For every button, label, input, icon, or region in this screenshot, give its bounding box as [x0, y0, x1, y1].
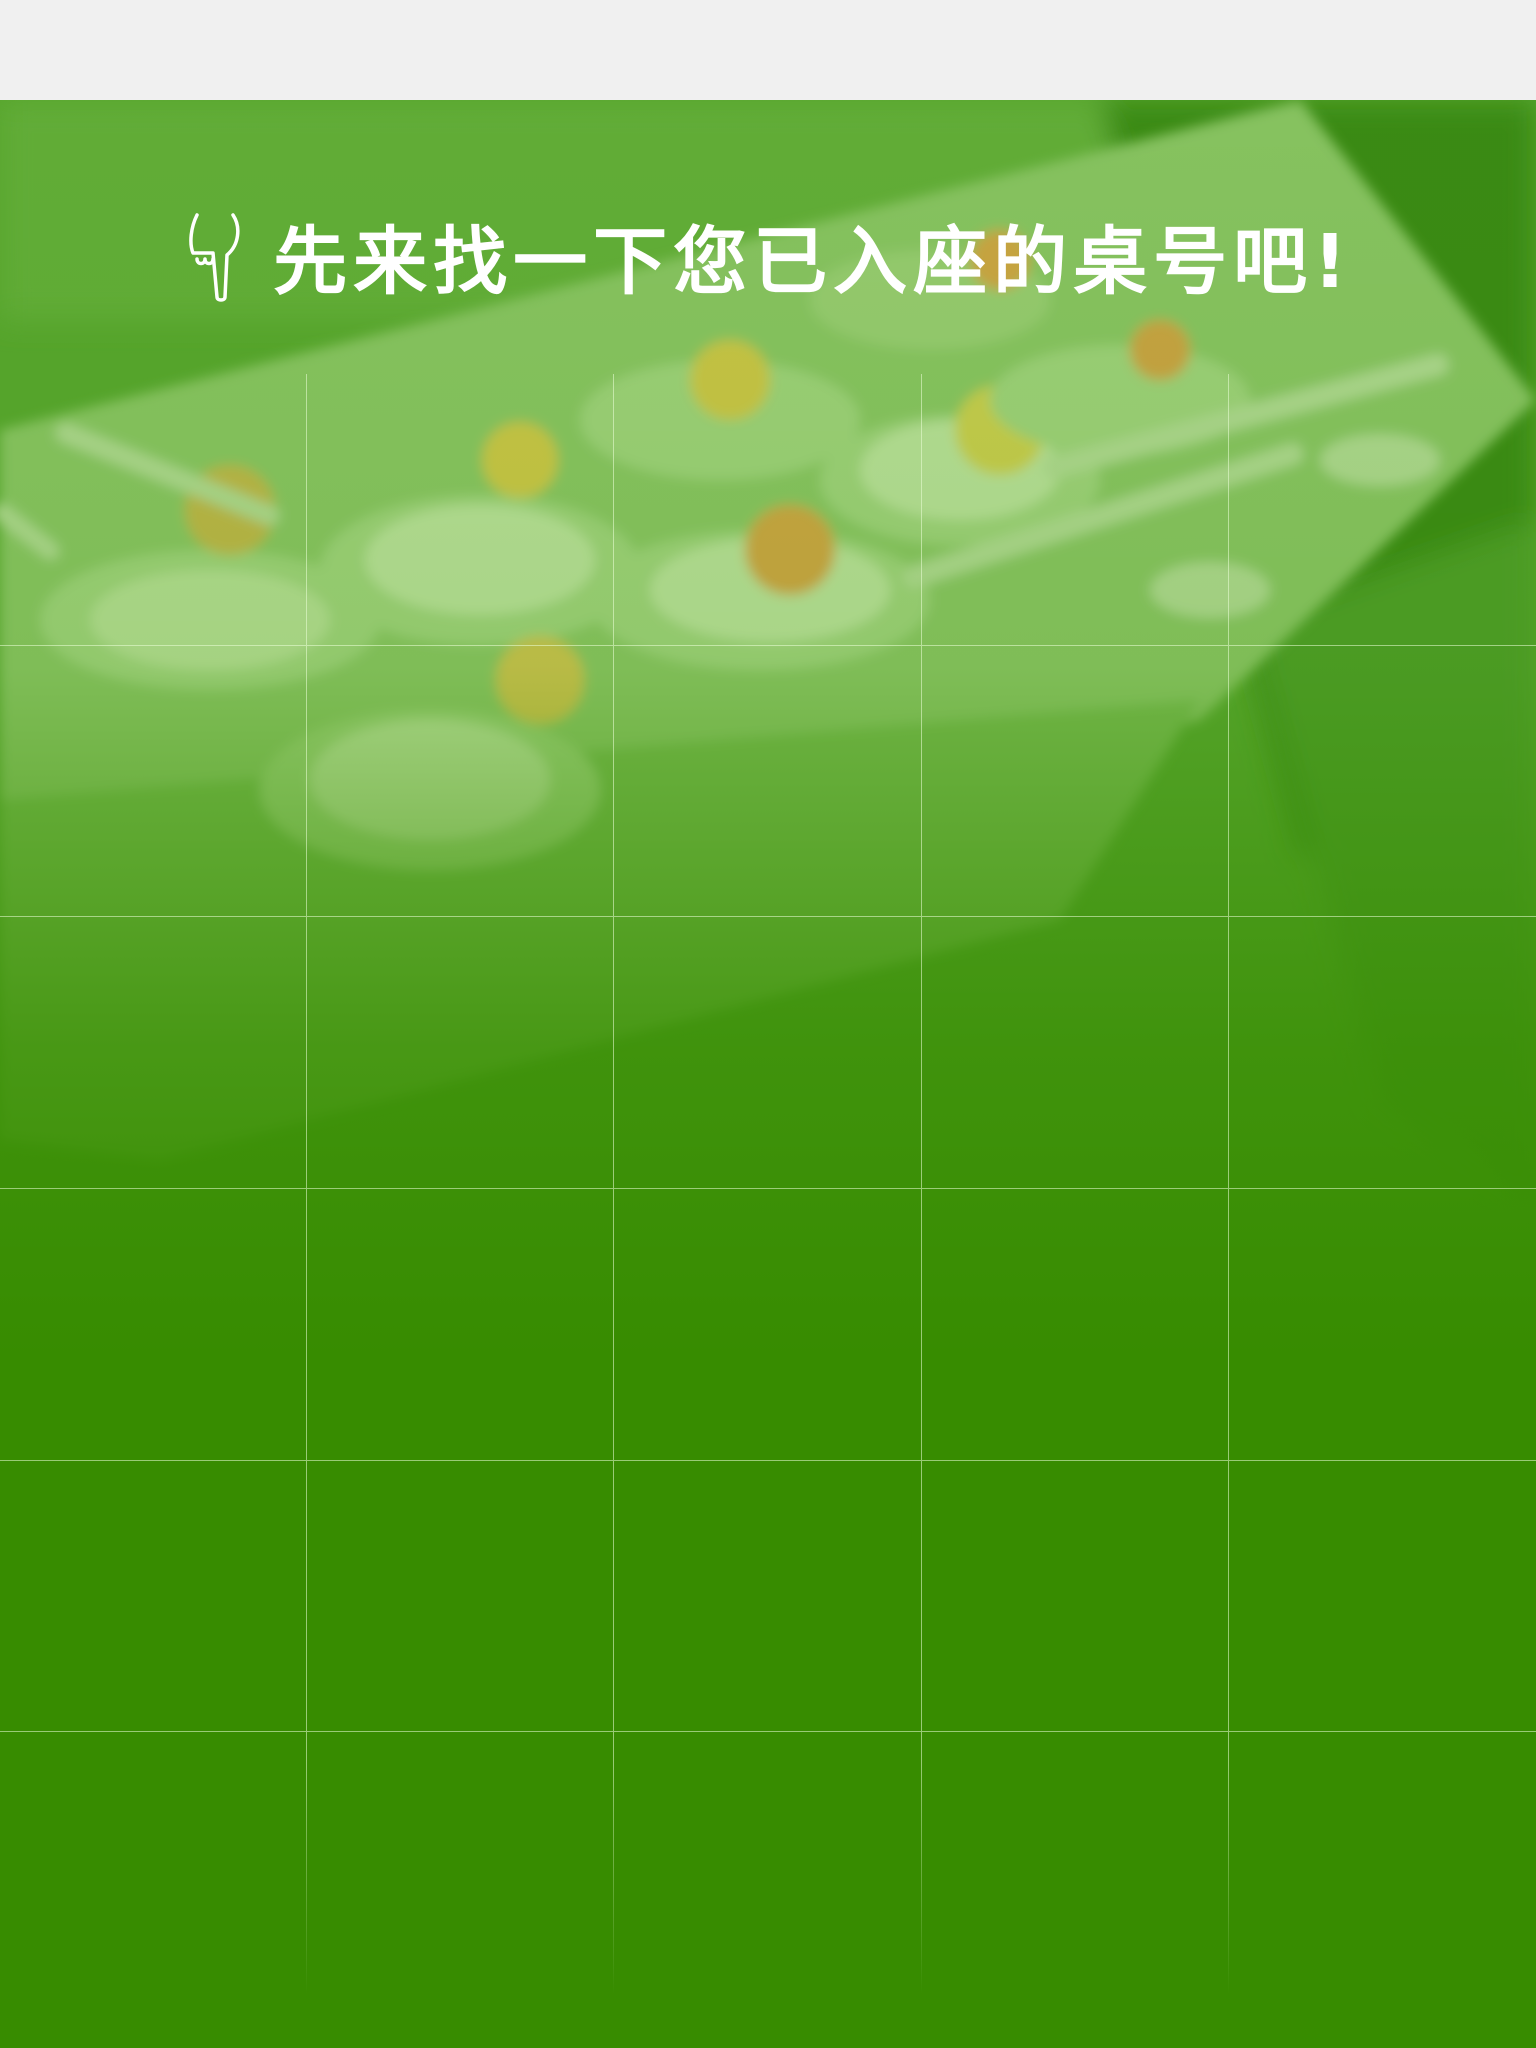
- table-cell[interactable]: [307, 1188, 615, 1461]
- table-cell[interactable]: [307, 1732, 615, 2004]
- table-cell[interactable]: [1228, 1461, 1536, 1733]
- table-cell[interactable]: [0, 1188, 308, 1461]
- table-cell[interactable]: [1228, 646, 1536, 918]
- top-status-bar: [0, 0, 1536, 100]
- table-cell[interactable]: [1228, 1189, 1536, 1461]
- table-cell[interactable]: [307, 645, 615, 918]
- table-cell[interactable]: [921, 1460, 1229, 1733]
- table-cell[interactable]: [307, 374, 615, 646]
- table-number-grid: [0, 374, 1536, 2004]
- table-cell[interactable]: [614, 1188, 922, 1461]
- table-cell[interactable]: [614, 645, 922, 918]
- page-title: 先来找一下您已入座的桌号吧!: [273, 218, 1353, 305]
- table-cell[interactable]: [614, 1460, 922, 1733]
- pointing-hand-icon: [183, 205, 247, 305]
- table-cell[interactable]: [0, 917, 308, 1189]
- table-cell[interactable]: [614, 374, 922, 646]
- table-cell[interactable]: [922, 1732, 1229, 2004]
- main-content: 先来找一下您已入座的桌号吧!: [0, 100, 1536, 2048]
- table-cell[interactable]: [614, 917, 922, 1189]
- table-cell[interactable]: [921, 645, 1229, 918]
- table-cell[interactable]: [921, 374, 1229, 646]
- table-cell[interactable]: [0, 1460, 308, 1733]
- table-cell[interactable]: [1228, 374, 1536, 646]
- table-cell[interactable]: [0, 1732, 308, 2004]
- table-cell[interactable]: [921, 1188, 1229, 1461]
- table-cell[interactable]: [614, 1732, 922, 2004]
- table-cell[interactable]: [307, 917, 615, 1189]
- table-cell[interactable]: [1229, 1732, 1536, 2004]
- table-cell[interactable]: [0, 374, 308, 646]
- table-cell[interactable]: [0, 645, 308, 918]
- table-cell[interactable]: [921, 917, 1229, 1189]
- table-cell[interactable]: [1228, 917, 1536, 1189]
- title-row: 先来找一下您已入座的桌号吧!: [0, 200, 1536, 310]
- table-cell[interactable]: [307, 1460, 615, 1733]
